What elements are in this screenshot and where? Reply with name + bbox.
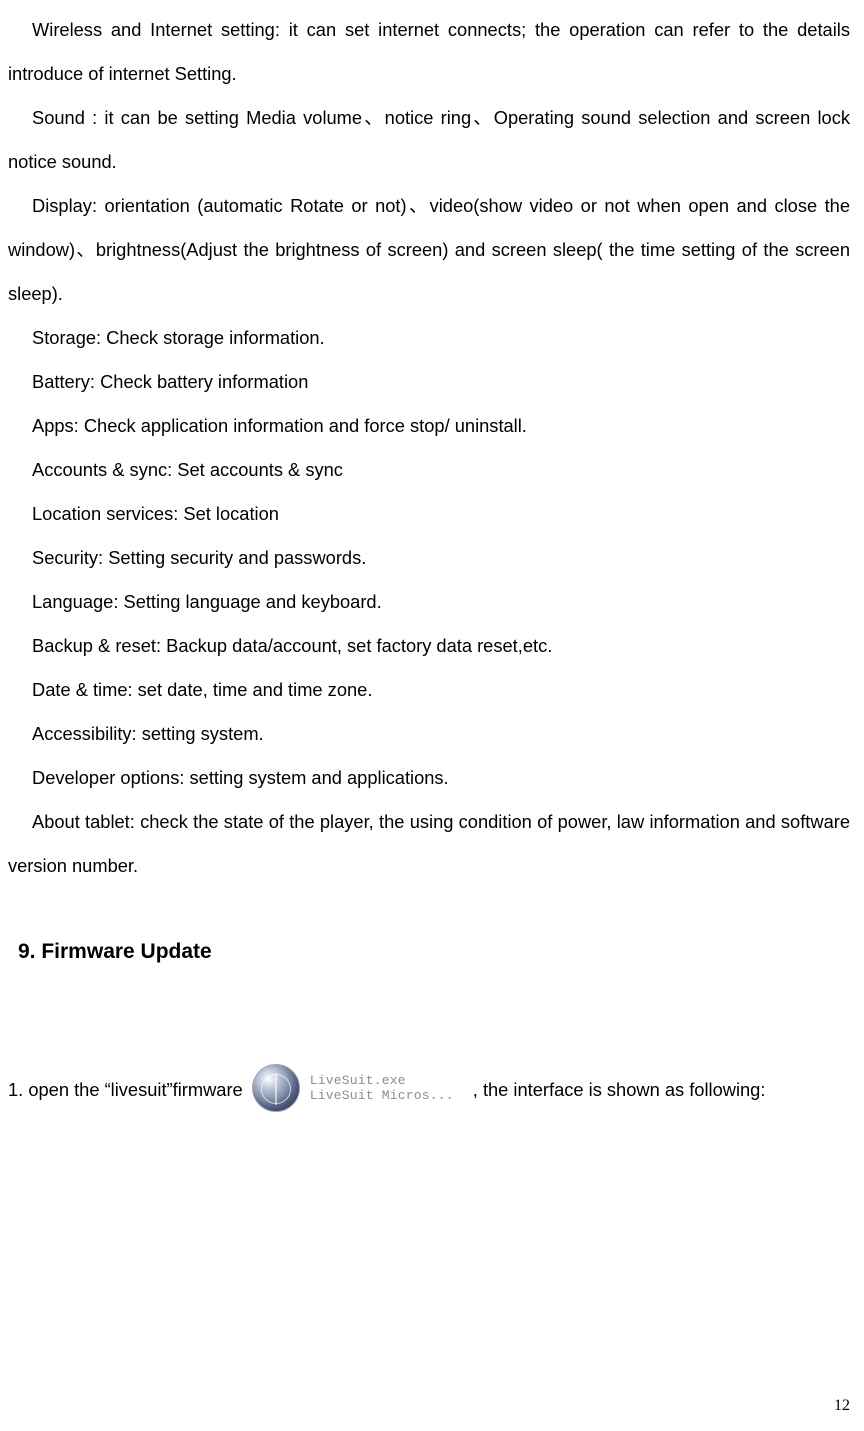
para-storage: Storage: Check storage information.: [0, 316, 864, 360]
para-backup: Backup & reset: Backup data/account, set…: [0, 624, 864, 668]
para-accessibility: Accessibility: setting system.: [0, 712, 864, 756]
firmware-step-pre-text: 1. open the “livesuit”firmware: [8, 1068, 248, 1112]
spacer: [0, 888, 864, 930]
para-sound: Sound : it can be setting Media volume、n…: [0, 96, 864, 184]
globe-icon: [252, 1064, 300, 1112]
section-heading-firmware-update: 9. Firmware Update: [0, 930, 864, 974]
firmware-step-post-text: , the interface is shown as following:: [473, 1068, 766, 1112]
page-number: 12: [834, 1397, 850, 1415]
livesuit-file-icon: LiveSuit.exe LiveSuit Micros...: [248, 1062, 473, 1114]
para-battery: Battery: Check battery information: [0, 360, 864, 404]
para-apps: Apps: Check application information and …: [0, 404, 864, 448]
page-content: Wireless and Internet setting: it can se…: [0, 0, 864, 1112]
para-display: Display: orientation (automatic Rotate o…: [0, 184, 864, 316]
para-about-tablet: About tablet: check the state of the pla…: [0, 800, 864, 888]
para-wireless: Wireless and Internet setting: it can se…: [0, 8, 864, 96]
para-datetime: Date & time: set date, time and time zon…: [0, 668, 864, 712]
firmware-step-1: 1. open the “livesuit”firmware LiveSuit.…: [0, 1062, 864, 1112]
file-name-line2: LiveSuit Micros...: [310, 1088, 454, 1103]
file-name-line1: LiveSuit.exe: [310, 1073, 454, 1088]
para-location: Location services: Set location: [0, 492, 864, 536]
para-security: Security: Setting security and passwords…: [0, 536, 864, 580]
para-developer: Developer options: setting system and ap…: [0, 756, 864, 800]
para-language: Language: Setting language and keyboard.: [0, 580, 864, 624]
spacer: [0, 974, 864, 1062]
livesuit-file-label: LiveSuit.exe LiveSuit Micros...: [310, 1073, 454, 1103]
para-accounts: Accounts & sync: Set accounts & sync: [0, 448, 864, 492]
